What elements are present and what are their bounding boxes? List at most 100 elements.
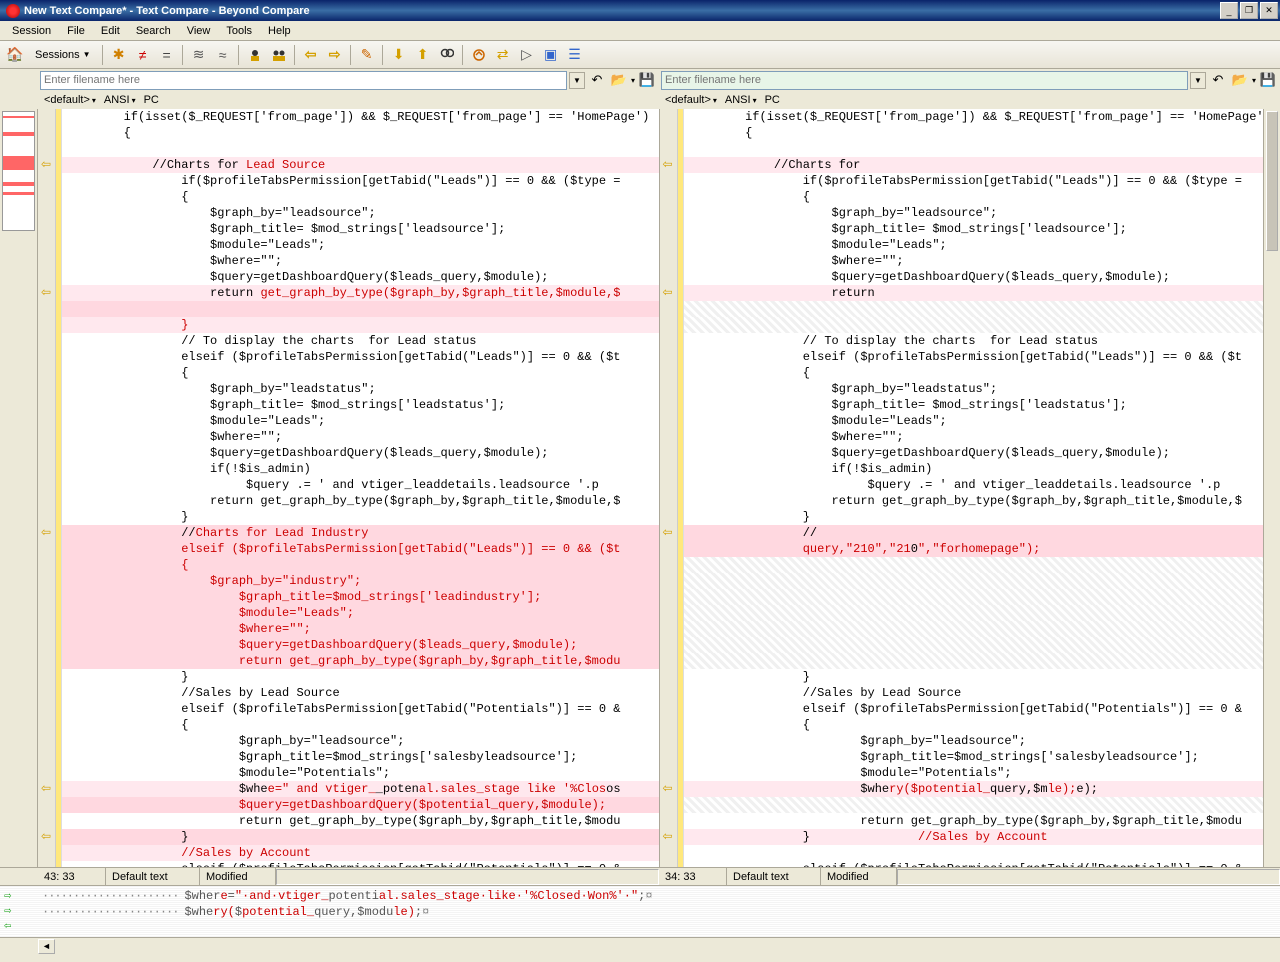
merge-arrow-icon[interactable]: ⇦ — [38, 525, 54, 539]
code-line[interactable]: $graph_title= $mod_strings['leadstatus']… — [684, 397, 1264, 413]
menu-edit[interactable]: Edit — [93, 23, 128, 39]
code-line[interactable] — [684, 621, 1264, 637]
right-encoding-dropdown[interactable]: ANSI ▾ — [723, 94, 759, 106]
code-line[interactable] — [62, 141, 659, 157]
code-line[interactable] — [684, 301, 1264, 317]
save-icon[interactable]: 💾 — [637, 71, 657, 90]
code-line[interactable]: $module="Leads"; — [62, 237, 659, 253]
code-line[interactable]: $query=getDashboardQuery($potential_quer… — [62, 797, 659, 813]
menu-search[interactable]: Search — [128, 23, 179, 39]
copy-left-button[interactable]: ⬇ — [388, 44, 410, 66]
code-line[interactable]: $graph_by="leadsource"; — [62, 205, 659, 221]
code-line[interactable]: $graph_title=$mod_strings['salesbyleadso… — [684, 749, 1264, 765]
code-line[interactable] — [684, 797, 1264, 813]
view-button[interactable]: ▣ — [540, 44, 562, 66]
diff-copy-right-icon[interactable]: ⇨ — [4, 903, 18, 918]
scroll-left-button[interactable]: ◄ — [38, 939, 55, 954]
undo-icon[interactable]: ↶ — [587, 71, 607, 90]
code-line[interactable]: $graph_title= $mod_strings['leadsource']… — [62, 221, 659, 237]
close-button[interactable]: ✕ — [1260, 2, 1278, 19]
show-all-button[interactable]: ✱ — [108, 44, 130, 66]
merge-arrow-icon[interactable]: ⇦ — [660, 525, 676, 539]
chevron-down-icon[interactable]: ▾ — [1252, 76, 1256, 85]
code-line[interactable]: elseif ($profileTabsPermission[getTabid(… — [62, 541, 659, 557]
code-line[interactable]: } — [62, 669, 659, 685]
vertical-scrollbar[interactable] — [1263, 109, 1280, 867]
code-line[interactable]: return — [684, 285, 1264, 301]
code-line[interactable]: } — [684, 669, 1264, 685]
code-line[interactable]: elseif ($profileTabsPermission[getTabid(… — [684, 701, 1264, 717]
merge-arrow-icon[interactable]: ⇦ — [38, 157, 54, 171]
code-line[interactable]: $graph_by="leadsource"; — [62, 733, 659, 749]
left-file-input[interactable] — [40, 71, 567, 90]
code-line[interactable]: } — [62, 317, 659, 333]
open-folder-icon[interactable]: 📂 — [1230, 71, 1250, 90]
minimize-button[interactable]: _ — [1220, 2, 1238, 19]
left-hscrollbar[interactable] — [276, 869, 659, 885]
home-button[interactable]: 🏠 — [4, 44, 26, 66]
code-line[interactable]: { — [62, 189, 659, 205]
minor-button[interactable]: ≈ — [212, 44, 234, 66]
right-hscrollbar[interactable] — [897, 869, 1280, 885]
code-line[interactable]: $graph_by="leadstatus"; — [62, 381, 659, 397]
merge-arrow-icon[interactable]: ⇦ — [660, 285, 676, 299]
rules-button[interactable]: ≋ — [188, 44, 210, 66]
menu-session[interactable]: Session — [4, 23, 59, 39]
code-line[interactable]: $where=""; — [62, 429, 659, 445]
code-line[interactable]: //Charts for Lead Source — [62, 157, 659, 173]
code-line[interactable]: elseif ($profileTabsPermission[getTabid(… — [62, 861, 659, 867]
code-line[interactable]: $graph_title=$mod_strings['leadindustry'… — [62, 589, 659, 605]
code-line[interactable]: { — [62, 365, 659, 381]
code-line[interactable]: $module="Leads"; — [62, 413, 659, 429]
find-button[interactable] — [436, 44, 458, 66]
merge-arrow-icon[interactable]: ⇦ — [660, 157, 676, 171]
menu-file[interactable]: File — [59, 23, 93, 39]
thumbnail-map[interactable] — [0, 109, 38, 867]
copy-right-button[interactable]: ⬆ — [412, 44, 434, 66]
code-line[interactable]: } — [684, 509, 1264, 525]
code-line[interactable]: } — [62, 509, 659, 525]
right-syntax-dropdown[interactable]: <default> ▾ — [663, 94, 719, 106]
right-file-input[interactable] — [661, 71, 1188, 90]
code-line[interactable]: if(!$is_admin) — [62, 461, 659, 477]
merge-arrow-icon[interactable]: ⇦ — [660, 829, 676, 843]
diff-copy-left-icon[interactable]: ⇦ — [4, 918, 18, 933]
next-diff-button[interactable]: ⇨ — [324, 44, 346, 66]
toggle-button[interactable]: ▷ — [516, 44, 538, 66]
code-line[interactable]: $query=getDashboardQuery($leads_query,$m… — [62, 637, 659, 653]
code-line[interactable]: $query .= ' and vtiger_leaddetails.leads… — [684, 477, 1264, 493]
code-line[interactable]: $graph_title= $mod_strings['leadstatus']… — [62, 397, 659, 413]
code-line[interactable]: $query .= ' and vtiger_leaddetails.leads… — [62, 477, 659, 493]
code-line[interactable] — [684, 573, 1264, 589]
save-icon[interactable]: 💾 — [1258, 71, 1278, 90]
recompare-button[interactable] — [468, 44, 490, 66]
code-line[interactable]: // — [684, 525, 1264, 541]
code-line[interactable]: $module="Leads"; — [684, 237, 1264, 253]
show-diff-button[interactable]: ≠ — [132, 44, 154, 66]
code-line[interactable]: //Charts for Lead Industry — [62, 525, 659, 541]
code-line[interactable]: } — [62, 829, 659, 845]
code-line[interactable]: $graph_by="leadstatus"; — [684, 381, 1264, 397]
code-line[interactable]: { — [62, 717, 659, 733]
code-line[interactable] — [62, 301, 659, 317]
code-line[interactable]: $where=""; — [62, 253, 659, 269]
code-line[interactable]: $where=""; — [684, 429, 1264, 445]
chevron-down-icon[interactable]: ▼ — [1190, 72, 1206, 89]
referee-2-button[interactable] — [268, 44, 290, 66]
merge-arrow-icon[interactable]: ⇦ — [38, 829, 54, 843]
right-lineending-dropdown[interactable]: PC — [763, 94, 782, 106]
prev-diff-button[interactable]: ⇦ — [300, 44, 322, 66]
maximize-button[interactable]: ❐ — [1240, 2, 1258, 19]
code-line[interactable]: if(isset($_REQUEST['from_page']) && $_RE… — [684, 109, 1264, 125]
code-line[interactable]: { — [62, 557, 659, 573]
code-line[interactable]: $whee=" and vtiger__potenal.sales_stage … — [62, 781, 659, 797]
code-line[interactable]: $graph_by="leadsource"; — [684, 733, 1264, 749]
code-line[interactable]: return get_graph_by_type($graph_by,$grap… — [62, 653, 659, 669]
merge-arrow-icon[interactable]: ⇦ — [38, 781, 54, 795]
code-line[interactable]: //Sales by Account — [62, 845, 659, 861]
left-syntax-dropdown[interactable]: <default> ▾ — [42, 94, 98, 106]
code-line[interactable]: //Charts for — [684, 157, 1264, 173]
code-line[interactable]: $where=""; — [684, 253, 1264, 269]
code-line[interactable]: $module="Leads"; — [684, 413, 1264, 429]
merge-arrow-icon[interactable]: ⇦ — [38, 285, 54, 299]
